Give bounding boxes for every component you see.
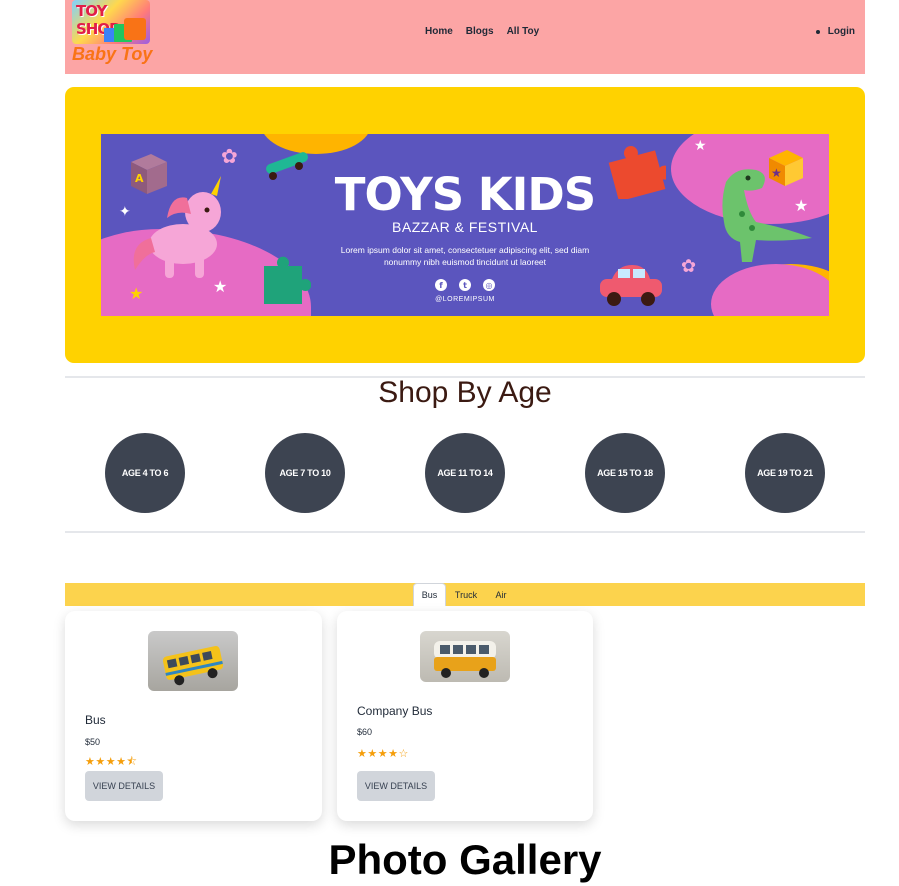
nav-link-all-toy[interactable]: All Toy [507,26,540,37]
product-image [420,631,510,682]
age-button-7-10[interactable]: AGE 7 TO 10 [265,433,345,513]
twitter-icon: t [459,279,471,291]
product-image [148,631,238,691]
age-button-19-21[interactable]: AGE 19 TO 21 [745,433,825,513]
product-name: Bus [85,713,106,727]
banner-social-icons: f t ◎ [101,279,829,291]
login-item: Login [815,26,855,37]
banner-subtitle: BAZZAR & FESTIVAL [392,219,538,235]
rating-stars: ★★★★⯪ [85,755,138,768]
hero-section: A ★ ✿ ✦ ★ ★ ★ ★ ✿ TOYS KIDS BAZZAR & FES… [65,87,865,363]
star-icon: ★ [694,138,707,154]
tab-air[interactable]: Air [487,583,515,606]
banner-handle: @LOREMIPSUM [435,296,495,303]
rating-stars: ★★★★☆ [357,747,409,760]
flower-icon: ✿ [681,256,697,277]
category-tabs: Bus Truck Air [65,583,865,606]
age-button-15-18[interactable]: AGE 15 TO 18 [585,433,665,513]
product-card: Company Bus $60 ★★★★☆ View Details [337,611,593,821]
hero-banner-image: A ★ ✿ ✦ ★ ★ ★ ★ ✿ TOYS KIDS BAZZAR & FES… [101,134,829,316]
login-link[interactable]: Login [828,26,855,37]
tab-bus[interactable]: Bus [413,583,446,606]
age-button-11-14[interactable]: AGE 11 TO 14 [425,433,505,513]
brand-name: Baby Toy [72,44,153,64]
flower-icon: ✿ [221,144,238,168]
van-bus-icon [434,641,496,678]
product-card: Bus $50 ★★★★⯪ View Details [65,611,322,821]
instagram-icon: ◎ [483,279,495,291]
product-price: $60 [357,727,373,737]
facebook-icon: f [435,279,447,291]
nav-menu: Home Blogs All Toy [425,26,539,37]
nav-link-home[interactable]: Home [425,26,453,37]
view-details-button[interactable]: View Details [85,771,163,801]
bullet-icon [815,29,820,34]
school-bus-icon [162,645,224,686]
photo-gallery-title: Photo Gallery [328,836,602,883]
banner-title: TOYS KIDS [334,168,596,221]
view-details-button[interactable]: View Details [357,771,435,801]
navbar: TOY SHOP Baby Toy Home Blogs All Toy Log… [65,0,865,74]
product-price: $50 [85,737,101,747]
divider-bottom [65,531,865,533]
product-name: Company Bus [357,704,433,718]
shop-by-age-title: Shop By Age [378,376,552,409]
banner-text: Lorem ipsum dolor sit amet, consectetuer… [340,245,590,267]
tab-truck[interactable]: Truck [449,583,483,606]
age-button-4-6[interactable]: AGE 4 TO 6 [105,433,185,513]
toy-shop-logo: TOY SHOP [72,0,150,44]
toy-blocks-icon [124,18,146,40]
nav-link-blogs[interactable]: Blogs [466,26,494,37]
brand-link[interactable]: TOY SHOP Baby Toy [72,0,162,70]
